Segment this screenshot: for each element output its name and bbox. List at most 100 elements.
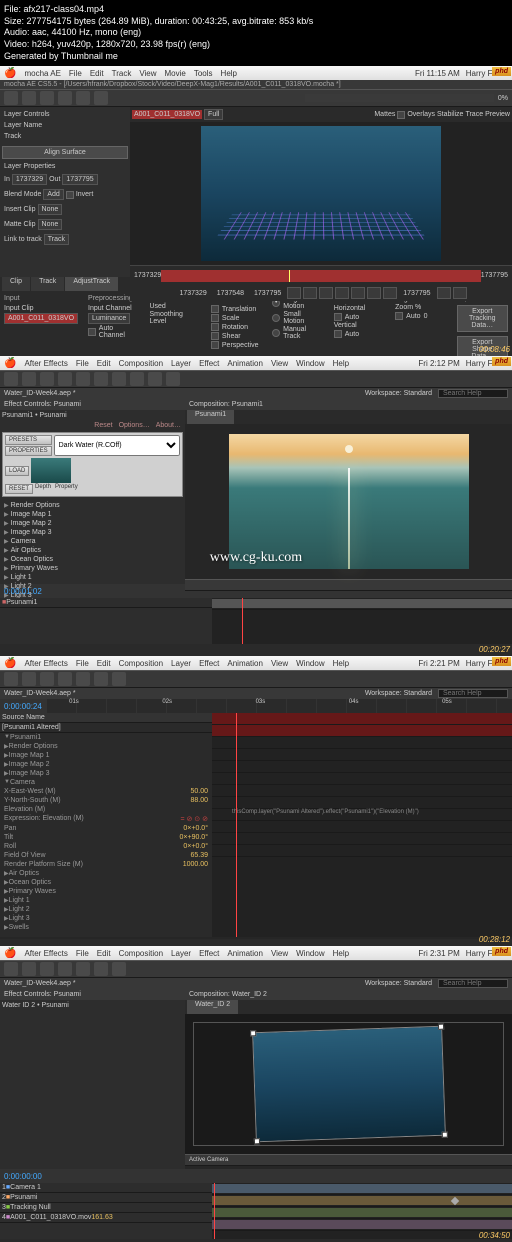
menu-file[interactable]: File	[76, 659, 89, 668]
translation-check[interactable]	[211, 305, 219, 313]
goto-start-button[interactable]	[287, 287, 301, 299]
tool-zoom[interactable]	[40, 91, 54, 105]
menu-track[interactable]: Track	[112, 69, 132, 78]
hand-tool[interactable]	[22, 962, 36, 976]
workspace-label[interactable]: Workspace: Standard	[365, 980, 432, 987]
tab-track[interactable]: Track	[31, 277, 64, 291]
menu-help[interactable]: Help	[333, 659, 349, 668]
menubar-time[interactable]: Fri 2:31 PM	[418, 949, 459, 958]
text-tool[interactable]	[112, 962, 126, 976]
load-button[interactable]: LOAD	[5, 466, 29, 476]
step-fwd-button[interactable]	[367, 287, 381, 299]
menu-animation[interactable]: Animation	[227, 659, 263, 668]
menu-file[interactable]: File	[69, 69, 82, 78]
apple-menu[interactable]: 🍎	[4, 68, 16, 79]
tree-camera[interactable]: ▶Camera	[2, 537, 183, 546]
hand-tool[interactable]	[22, 672, 36, 686]
z-auto-check[interactable]	[395, 312, 403, 320]
rect-tool[interactable]	[112, 372, 126, 386]
menu-layer[interactable]: Layer	[171, 659, 191, 668]
out-value[interactable]: 1737795	[62, 174, 97, 185]
view-mattes[interactable]: Mattes	[374, 111, 395, 118]
text-tool[interactable]	[112, 672, 126, 686]
invert-checkbox[interactable]	[66, 191, 74, 199]
menubar-time[interactable]: Fri 2:12 PM	[418, 359, 459, 368]
preset-dropdown[interactable]: Dark Water (R.COff)	[54, 435, 180, 456]
text-tool[interactable]	[148, 372, 162, 386]
tree-imap2[interactable]: Image Map 2	[9, 761, 208, 768]
view-stabilize[interactable]: Stabilize	[437, 111, 463, 118]
view-overlays[interactable]: Overlays	[407, 111, 435, 118]
options-link[interactable]: Options…	[119, 422, 150, 429]
search-help-input[interactable]	[438, 979, 508, 988]
menu-composition[interactable]: Composition	[119, 659, 163, 668]
rotation-tool[interactable]	[58, 672, 72, 686]
menubar-time[interactable]: Fri 2:21 PM	[418, 659, 459, 668]
expression-text[interactable]: thisComp.layer("Psunami Altered").effect…	[232, 809, 419, 815]
timeline-ruler[interactable]	[161, 270, 480, 282]
menubar-time[interactable]: Fri 11:15 AM	[415, 69, 460, 78]
tab-clip[interactable]: Clip	[2, 277, 30, 291]
search-help-input[interactable]	[438, 389, 508, 398]
apple-menu[interactable]: 🍎	[4, 948, 16, 959]
tree-render-options[interactable]: Render Options	[9, 743, 208, 750]
menu-view[interactable]: View	[271, 359, 288, 368]
menu-view[interactable]: View	[139, 69, 156, 78]
tree-image-map-1[interactable]: ▶Image Map 1	[2, 510, 183, 519]
apple-menu[interactable]: 🍎	[4, 358, 16, 369]
hand-tool[interactable]	[22, 372, 36, 386]
menu-edit[interactable]: Edit	[90, 69, 104, 78]
view-preview[interactable]: Preview	[485, 111, 510, 118]
tool-hand[interactable]	[22, 91, 36, 105]
tree-image-map-3[interactable]: ▶Image Map 3	[2, 528, 183, 537]
playhead[interactable]	[242, 598, 243, 644]
view-label[interactable]: Active Camera	[189, 1157, 228, 1163]
tool-spline[interactable]	[58, 91, 72, 105]
shear-check[interactable]	[211, 332, 219, 340]
timeline-end[interactable]: 1737795	[481, 272, 508, 279]
play-button[interactable]	[351, 287, 365, 299]
tab-adjusttrack[interactable]: AdjustTrack	[65, 277, 118, 291]
pen-tool[interactable]	[130, 372, 144, 386]
tree-primary-waves[interactable]: ▶Primary Waves	[2, 564, 183, 573]
selection-tool[interactable]	[4, 372, 18, 386]
layer-psunami[interactable]: 2 ■ Psunami	[0, 1193, 212, 1203]
menu-layer[interactable]: Layer	[171, 359, 191, 368]
camera-tool[interactable]	[76, 372, 90, 386]
current-timecode[interactable]: 0:00:00:00	[0, 1172, 46, 1181]
properties-button[interactable]: PROPERTIES	[5, 446, 52, 456]
workspace-label[interactable]: Workspace: Standard	[365, 690, 432, 697]
scale-check[interactable]	[211, 314, 219, 322]
tool-bezier[interactable]	[94, 91, 108, 105]
camera-tool[interactable]	[76, 962, 90, 976]
selection-tool[interactable]	[4, 672, 18, 686]
current-timecode[interactable]: 0:00:00:24	[0, 702, 46, 711]
manual-track-radio[interactable]	[272, 329, 280, 337]
menu-composition[interactable]: Composition	[119, 359, 163, 368]
menu-animation[interactable]: Animation	[227, 949, 263, 958]
app-name[interactable]: mocha AE	[24, 69, 60, 78]
link-track-dropdown[interactable]: Track	[44, 234, 69, 245]
pen-tool[interactable]	[94, 962, 108, 976]
menu-edit[interactable]: Edit	[97, 659, 111, 668]
comp-tab[interactable]: Water_ID 2	[187, 1000, 238, 1014]
reset-button[interactable]: RESET	[5, 484, 33, 494]
tree-camera[interactable]: Camera	[10, 779, 208, 786]
menu-effect[interactable]: Effect	[199, 359, 219, 368]
current-timecode[interactable]: 0:00:01:02	[0, 587, 46, 596]
menu-window[interactable]: Window	[296, 359, 324, 368]
small-motion-radio[interactable]	[272, 314, 280, 322]
layer-tracking-null[interactable]: 3 ■ Tracking Null	[0, 1203, 212, 1213]
v-auto-check[interactable]	[334, 330, 342, 338]
insert-clip-dropdown[interactable]: None	[38, 204, 63, 215]
search-help-input[interactable]	[438, 689, 508, 698]
menu-view[interactable]: View	[271, 659, 288, 668]
source-name-header[interactable]: Source Name	[2, 714, 45, 721]
time-ruler[interactable]: 01s 02s 03s 04s 05s	[46, 699, 512, 713]
rotation-tool[interactable]	[58, 372, 72, 386]
app-name[interactable]: After Effects	[24, 659, 67, 668]
tree-imap1[interactable]: Image Map 1	[9, 752, 208, 759]
handle-br[interactable]	[441, 1132, 447, 1138]
menu-view[interactable]: View	[271, 949, 288, 958]
stop-button[interactable]	[335, 287, 349, 299]
